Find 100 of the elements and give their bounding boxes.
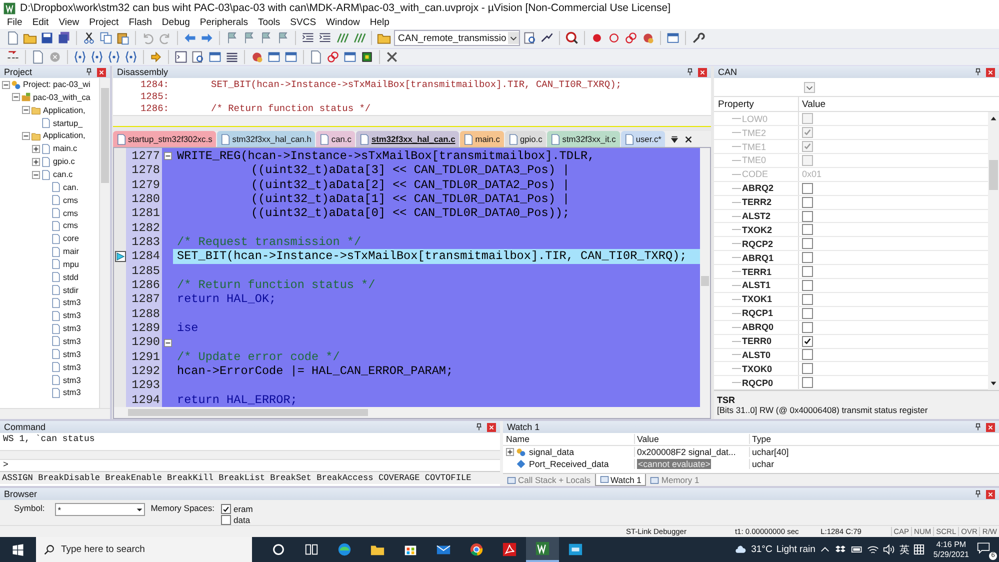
folder-icon[interactable]: [377, 31, 391, 46]
tree-item[interactable]: cms: [63, 196, 78, 205]
symbol-dropdown[interactable]: *: [54, 503, 145, 516]
notification-icon[interactable]: [977, 542, 990, 554]
save-icon[interactable]: [40, 31, 54, 46]
scrollbar-thumb[interactable]: [989, 160, 998, 190]
checkbox[interactable]: [802, 349, 813, 360]
tree-item[interactable]: stm3: [63, 324, 81, 334]
menu-item[interactable]: Peripherals: [194, 17, 253, 28]
file-tab[interactable]: can.c: [316, 131, 356, 147]
tree-item[interactable]: stm3: [63, 388, 81, 398]
menu-item[interactable]: Help: [364, 17, 394, 28]
menu-item[interactable]: Project: [84, 17, 124, 28]
flag-icon[interactable]: [259, 31, 273, 46]
wifi-icon[interactable]: [867, 544, 880, 555]
checkbox[interactable]: [802, 182, 813, 194]
tree-item[interactable]: startup_: [53, 118, 83, 128]
panel-tab[interactable]: Call Stack + Locals: [503, 474, 595, 486]
file-tab[interactable]: stm32f3xx_hal_can.h: [217, 131, 316, 147]
pin-icon[interactable]: [85, 68, 93, 76]
tree-item[interactable]: gpio.c: [53, 157, 75, 166]
document-icon[interactable]: [309, 50, 323, 64]
menu-item[interactable]: SVCS: [285, 17, 322, 28]
search-field[interactable]: Type here to search: [36, 537, 252, 562]
tree-item[interactable]: Application,: [43, 131, 86, 140]
tree-item[interactable]: stm3: [63, 350, 81, 359]
pin-icon[interactable]: [686, 68, 694, 76]
paste-icon[interactable]: [116, 31, 130, 46]
weather-text[interactable]: Light rain: [776, 544, 816, 555]
menu-item[interactable]: Window: [321, 17, 365, 28]
comment-icon[interactable]: [335, 31, 349, 46]
taskbar-button[interactable]: [526, 537, 559, 562]
tree-item[interactable]: stm3: [63, 362, 81, 372]
expand-toggle-icon[interactable]: [12, 93, 20, 102]
menu-item[interactable]: Flash: [124, 17, 157, 28]
pin-icon[interactable]: [974, 490, 982, 498]
tree-item[interactable]: stm3: [63, 376, 81, 384]
tree-item[interactable]: Application,: [43, 106, 86, 115]
copy-icon[interactable]: [99, 31, 113, 46]
find-icon[interactable]: [523, 31, 538, 46]
chain-icon[interactable]: [326, 50, 340, 64]
checkbox[interactable]: [802, 363, 813, 374]
bug-icon[interactable]: [250, 50, 264, 64]
file-tab[interactable]: user.c*: [620, 131, 666, 147]
temperature[interactable]: 31°C: [751, 544, 772, 555]
pin-icon[interactable]: [475, 423, 483, 432]
bug-icon[interactable]: [641, 31, 656, 46]
scrollbar[interactable]: [0, 408, 110, 420]
expand-toggle-icon[interactable]: [22, 106, 30, 114]
expand-toggle-icon[interactable]: [32, 144, 40, 153]
file-tab[interactable]: stm32f3xx_hal_can.c: [356, 131, 460, 147]
scrollbar[interactable]: [99, 78, 110, 408]
tree-item[interactable]: stm3: [63, 336, 81, 346]
tree-item[interactable]: Project: pac-03_wi: [23, 80, 90, 90]
wrench-icon[interactable]: [691, 31, 706, 46]
tree-item[interactable]: can.: [63, 182, 78, 192]
folder-icon[interactable]: [23, 31, 37, 46]
checkbox[interactable]: [802, 224, 813, 236]
tree-item[interactable]: stm3: [63, 298, 81, 308]
tree-item[interactable]: pac-03_with_ca: [33, 92, 90, 102]
scissors-icon[interactable]: [82, 31, 96, 46]
checkbox[interactable]: [802, 196, 813, 208]
chain-icon[interactable]: [624, 31, 638, 46]
panel-tab[interactable]: Watch 1: [594, 474, 646, 486]
checkbox[interactable]: [802, 322, 813, 333]
clock-date[interactable]: 5/29/2021: [933, 550, 969, 560]
target-dropdown[interactable]: CAN_remote_transmissio: [394, 30, 520, 46]
tree-item[interactable]: main.c: [53, 144, 78, 154]
dropdown-icon[interactable]: [670, 134, 680, 144]
battery-icon[interactable]: [851, 544, 864, 555]
step-icon[interactable]: [107, 50, 121, 64]
fold-icon[interactable]: [164, 338, 172, 347]
window-icon[interactable]: [267, 50, 281, 64]
breakpoint-outline-icon[interactable]: [607, 31, 622, 46]
checkbox[interactable]: [802, 252, 813, 264]
menu-item[interactable]: File: [2, 17, 28, 28]
arrow-icon[interactable]: [149, 50, 163, 64]
scrollbar[interactable]: [700, 148, 710, 408]
menu-item[interactable]: View: [54, 17, 84, 28]
checkbox[interactable]: [802, 210, 813, 222]
scrollbar[interactable]: [0, 450, 500, 460]
tree-item[interactable]: can.c: [53, 170, 73, 179]
dropbox-icon[interactable]: [835, 544, 848, 555]
step-icon[interactable]: [124, 50, 138, 64]
window-icon[interactable]: [284, 50, 298, 64]
flag-icon[interactable]: [276, 31, 290, 46]
window-icon[interactable]: [343, 50, 357, 64]
pin-icon[interactable]: [974, 68, 982, 76]
checkbox[interactable]: [220, 504, 230, 514]
code-editor[interactable]: [113, 146, 711, 420]
expand-toggle-icon[interactable]: [32, 170, 40, 178]
step-icon[interactable]: [73, 50, 87, 64]
checkbox[interactable]: [802, 266, 813, 278]
speaker-icon[interactable]: [883, 544, 896, 555]
document-icon[interactable]: [31, 50, 45, 64]
clock-time[interactable]: 4:16 PM: [936, 540, 966, 550]
panel-tab[interactable]: Memory 1: [646, 474, 704, 486]
checkbox[interactable]: [220, 514, 230, 525]
keyboard-grid-icon[interactable]: [913, 544, 926, 555]
windows-logo-icon[interactable]: [12, 544, 24, 556]
